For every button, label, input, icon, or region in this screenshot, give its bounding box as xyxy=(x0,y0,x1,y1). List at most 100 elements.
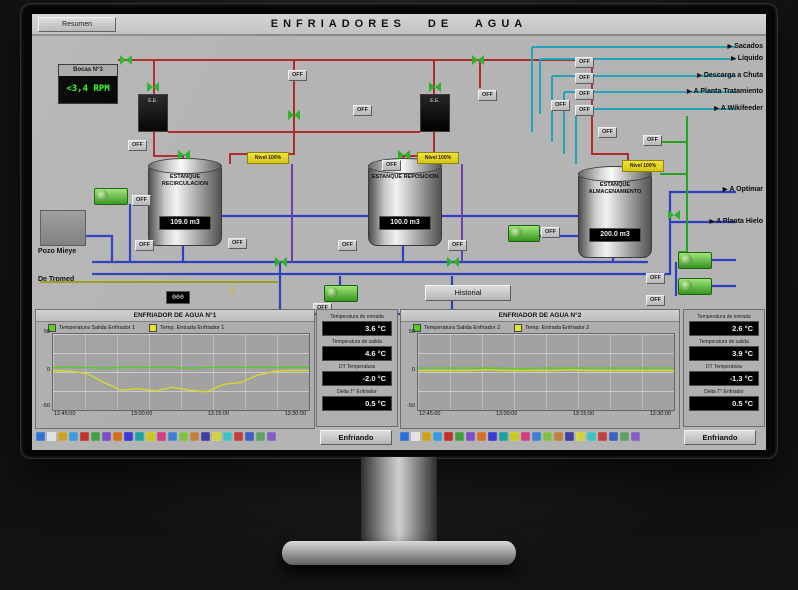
valve-off-8[interactable]: OFF xyxy=(132,195,151,206)
taskbar-icon[interactable] xyxy=(36,432,45,441)
historial-button[interactable]: Historial xyxy=(425,285,511,301)
taskbar-icon[interactable] xyxy=(124,432,133,441)
taskbar-icon[interactable] xyxy=(631,432,640,441)
valve-off-12[interactable]: OFF xyxy=(448,240,467,251)
valve-off-11[interactable]: OFF xyxy=(338,240,357,251)
valve-icon[interactable] xyxy=(275,257,287,267)
taskbar-icon[interactable] xyxy=(256,432,265,441)
chart-legend: Temperatura Salida Enfriador 1 Temp. Ent… xyxy=(36,322,314,333)
taskbar-icon[interactable] xyxy=(576,432,585,441)
pump-1[interactable] xyxy=(94,188,128,205)
pump-5[interactable] xyxy=(678,278,712,295)
level-indicator-2[interactable]: Nivel 100% xyxy=(417,152,459,164)
taskbar-icon[interactable] xyxy=(47,432,56,441)
valve-off-9[interactable]: OFF xyxy=(135,240,154,251)
valve-icon[interactable] xyxy=(429,82,441,92)
taskbar-icon[interactable] xyxy=(102,432,111,441)
valve-off-20[interactable]: OFF xyxy=(575,105,594,116)
pump-4[interactable] xyxy=(678,252,712,269)
readout-value: 0.5 °C xyxy=(689,396,759,411)
valve-off-17[interactable]: OFF xyxy=(575,57,594,68)
taskbar-icon[interactable] xyxy=(179,432,188,441)
taskbar-icon[interactable] xyxy=(433,432,442,441)
taskbar-icon[interactable] xyxy=(554,432,563,441)
chart-legend: Temperatura Salida Enfriador 2 Temp. Ent… xyxy=(401,322,679,333)
valve-off-3[interactable]: OFF xyxy=(353,105,372,116)
taskbar-icon[interactable] xyxy=(620,432,629,441)
taskbar-icon[interactable] xyxy=(58,432,67,441)
valve-off-7[interactable]: OFF xyxy=(643,135,662,146)
taskbar-icon[interactable] xyxy=(609,432,618,441)
taskbar-icon[interactable] xyxy=(499,432,508,441)
valve-off-21[interactable]: OFF xyxy=(382,160,401,171)
taskbar-icon[interactable] xyxy=(157,432,166,441)
taskbar-icon[interactable] xyxy=(510,432,519,441)
valve-off-14[interactable]: OFF xyxy=(541,227,560,238)
taskbar-icon[interactable] xyxy=(521,432,530,441)
taskbar-icon[interactable] xyxy=(587,432,596,441)
arrow-right-icon xyxy=(710,218,715,225)
valve-icon[interactable] xyxy=(668,210,680,220)
taskbar-icon[interactable] xyxy=(488,432,497,441)
valve-off-2[interactable]: OFF xyxy=(288,70,307,81)
taskbar-icon[interactable] xyxy=(80,432,89,441)
valve-icon[interactable] xyxy=(288,110,300,120)
enfriando-button-2[interactable]: Enfriando xyxy=(684,430,756,445)
valve-off-18[interactable]: OFF xyxy=(575,73,594,84)
pump-2[interactable] xyxy=(324,285,358,302)
valve-off-4[interactable]: OFF xyxy=(478,90,497,101)
rpm-display-value: <3,4 RPM xyxy=(59,76,117,102)
taskbar-icon[interactable] xyxy=(135,432,144,441)
taskbar-icon[interactable] xyxy=(598,432,607,441)
taskbar-icon[interactable] xyxy=(113,432,122,441)
x-axis: 12:45:00 13:00:00 13:15:00 13:30:00 xyxy=(52,411,308,417)
readout-value: 2.6 °C xyxy=(689,321,759,336)
taskbar-icon[interactable] xyxy=(543,432,552,441)
taskbar-icon[interactable] xyxy=(532,432,541,441)
taskbar-icon[interactable] xyxy=(212,432,221,441)
taskbar-icon[interactable] xyxy=(466,432,475,441)
valve-icon[interactable] xyxy=(178,150,190,160)
title-bar: Resumen ENFRIADORES DE AGUA xyxy=(32,14,766,36)
taskbar-icon[interactable] xyxy=(400,432,409,441)
readout-label: Temperatura de salida xyxy=(317,339,397,345)
readout-label: Temperatura de entrada xyxy=(684,314,764,320)
taskbar-icon[interactable] xyxy=(69,432,78,441)
taskbar-icon[interactable] xyxy=(565,432,574,441)
valve-off-5[interactable]: OFF xyxy=(551,100,570,111)
valve-icon[interactable] xyxy=(120,55,132,65)
counter-display: 000 xyxy=(166,291,190,304)
tank-recirculacion: ESTANQUE RECIRCULACION 109.0 m3 xyxy=(148,164,222,246)
taskbar-icon[interactable] xyxy=(422,432,431,441)
valve-icon[interactable] xyxy=(447,257,459,267)
level-indicator-1[interactable]: Nivel 100% xyxy=(247,152,289,164)
valve-off-10[interactable]: OFF xyxy=(228,238,247,249)
level-indicator-3[interactable]: Nivel 100% xyxy=(622,160,664,172)
valve-icon[interactable] xyxy=(147,82,159,92)
taskbar-icon[interactable] xyxy=(455,432,464,441)
taskbar-icon[interactable] xyxy=(477,432,486,441)
enfriando-button-1[interactable]: Enfriando xyxy=(320,430,392,445)
taskbar-icon[interactable] xyxy=(146,432,155,441)
taskbar-icon[interactable] xyxy=(444,432,453,441)
valve-off-15[interactable]: OFF xyxy=(646,273,665,284)
taskbar-icon[interactable] xyxy=(411,432,420,441)
taskbar-right xyxy=(398,430,680,443)
taskbar-icon[interactable] xyxy=(223,432,232,441)
valve-off-6[interactable]: OFF xyxy=(598,127,617,138)
taskbar-icon[interactable] xyxy=(234,432,243,441)
taskbar-icon[interactable] xyxy=(267,432,276,441)
valve-off-1[interactable]: OFF xyxy=(128,140,147,151)
taskbar-icon[interactable] xyxy=(245,432,254,441)
taskbar-icon[interactable] xyxy=(201,432,210,441)
x-tick: 13:30:00 xyxy=(650,411,671,417)
taskbar-icon[interactable] xyxy=(168,432,177,441)
pozo-box xyxy=(40,210,86,246)
valve-icon[interactable] xyxy=(472,55,484,65)
pump-3[interactable] xyxy=(508,225,540,242)
valve-off-16[interactable]: OFF xyxy=(646,295,665,306)
taskbar-icon[interactable] xyxy=(91,432,100,441)
taskbar-icon[interactable] xyxy=(190,432,199,441)
valve-off-19[interactable]: OFF xyxy=(575,89,594,100)
valve-icon[interactable] xyxy=(398,150,410,160)
